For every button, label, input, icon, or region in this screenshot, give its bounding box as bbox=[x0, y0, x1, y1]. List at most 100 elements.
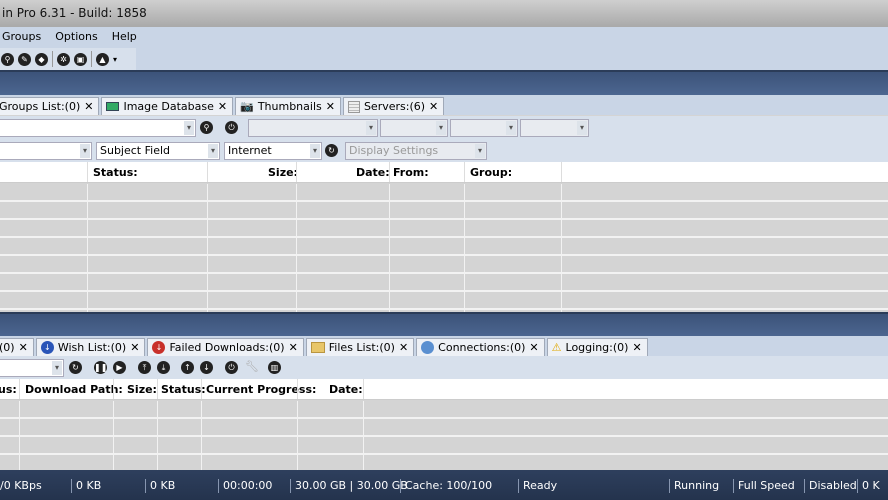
filter-combo-2[interactable] bbox=[380, 119, 448, 137]
tab-label: Files List:(0) bbox=[328, 341, 395, 354]
move-bottom-icon[interactable]: ⤓ bbox=[157, 361, 170, 374]
tab-label: Thumbnails bbox=[257, 100, 322, 113]
refresh-icon[interactable]: ↻ bbox=[325, 144, 338, 157]
wrench-icon[interactable]: ✎ bbox=[18, 52, 31, 66]
tab-connections[interactable]: Connections:(0) ✕ bbox=[416, 338, 545, 356]
column-divider bbox=[464, 184, 465, 312]
tab-thumbnails[interactable]: 📷 Thumbnails ✕ bbox=[235, 97, 341, 115]
panel-header-bottom bbox=[0, 312, 888, 337]
status-downloaded: 0 KB bbox=[71, 479, 101, 493]
close-icon[interactable]: ✕ bbox=[289, 341, 298, 354]
column-divider bbox=[87, 162, 88, 182]
overflow-icon[interactable]: ▾ bbox=[113, 55, 117, 64]
menu-help[interactable]: Help bbox=[112, 30, 137, 48]
power-icon[interactable]: ⏻ bbox=[225, 361, 238, 374]
panel-header-top bbox=[0, 70, 888, 95]
column-date[interactable]: Date: bbox=[356, 166, 390, 179]
toolbar-separator bbox=[52, 51, 53, 67]
move-up-icon[interactable]: ↑ bbox=[181, 361, 194, 374]
column-current-progress[interactable]: Current Progress: bbox=[206, 383, 316, 396]
pause-icon[interactable]: ❚❚ bbox=[94, 361, 107, 374]
column-download-path[interactable]: Download Path: bbox=[25, 383, 123, 396]
move-top-icon[interactable]: ⤒ bbox=[138, 361, 151, 374]
queue-combo[interactable] bbox=[0, 359, 64, 377]
queue-grid[interactable] bbox=[0, 401, 888, 470]
menu-groups[interactable]: Groups bbox=[2, 30, 41, 48]
status-speed: /0 KBps bbox=[0, 479, 42, 492]
close-icon[interactable]: ✕ bbox=[326, 100, 335, 113]
field-combo[interactable] bbox=[0, 142, 92, 160]
tab-image-database[interactable]: Image Database ✕ bbox=[101, 97, 234, 115]
column-group[interactable]: Group: bbox=[470, 166, 512, 179]
column-from[interactable]: From: bbox=[393, 166, 429, 179]
search-icon[interactable]: ⚲ bbox=[1, 52, 14, 66]
source-combo[interactable]: Internet bbox=[224, 142, 322, 160]
tab-queue[interactable]: (0) ✕ bbox=[0, 338, 34, 356]
status-speed-mode[interactable]: Full Speed bbox=[733, 479, 795, 493]
refresh-icon[interactable]: ↻ bbox=[69, 361, 82, 374]
tab-servers[interactable]: Servers:(6) ✕ bbox=[342, 97, 445, 115]
column-status[interactable]: Status: bbox=[161, 383, 206, 396]
warning-icon: ⚠ bbox=[551, 341, 562, 354]
column-divider bbox=[87, 184, 88, 312]
trash-icon[interactable]: ▥ bbox=[268, 361, 281, 374]
tab-wish-list[interactable]: ↓ Wish List:(0) ✕ bbox=[35, 338, 146, 356]
column-divider bbox=[113, 401, 114, 470]
box-icon[interactable]: ▣ bbox=[74, 52, 87, 66]
camera-icon: 📷 bbox=[240, 100, 254, 113]
menu-options[interactable]: Options bbox=[55, 30, 97, 48]
toolbar-separator bbox=[91, 51, 92, 67]
close-icon[interactable]: ✕ bbox=[632, 341, 641, 354]
column-divider bbox=[389, 162, 390, 182]
download-icon: ↓ bbox=[40, 341, 54, 354]
column-divider bbox=[363, 379, 364, 399]
column-status-short[interactable]: us: bbox=[0, 383, 17, 396]
queue-toolbar: ↻ ❚❚ ▶ ⤒ ⤓ ↑ ↓ ⏻ 🔧︎ ▥ bbox=[0, 356, 888, 379]
close-icon[interactable]: ✕ bbox=[529, 341, 538, 354]
move-down-icon[interactable]: ↓ bbox=[200, 361, 213, 374]
shield-icon[interactable]: ◆ bbox=[35, 52, 48, 66]
tab-files-list[interactable]: Files List:(0) ✕ bbox=[305, 338, 415, 356]
close-icon[interactable]: ✕ bbox=[130, 341, 139, 354]
wrench-icon[interactable]: 🔧︎ bbox=[245, 360, 259, 373]
status-running[interactable]: Running bbox=[669, 479, 719, 493]
play-icon[interactable]: ▶ bbox=[113, 361, 126, 374]
server-icon bbox=[347, 100, 360, 113]
status-disabled[interactable]: Disabled bbox=[804, 479, 857, 493]
close-icon[interactable]: ✕ bbox=[84, 100, 93, 113]
results-grid[interactable] bbox=[0, 184, 888, 312]
status-time: 00:00:00 bbox=[218, 479, 272, 493]
column-date[interactable]: Date: bbox=[329, 383, 363, 396]
top-tab-strip: Groups List:(0) ✕ Image Database ✕ 📷 Thumbn… bbox=[0, 95, 888, 115]
column-divider bbox=[19, 379, 20, 399]
close-icon[interactable]: ✕ bbox=[19, 341, 28, 354]
search-icon[interactable]: ⚲ bbox=[200, 121, 213, 134]
status-bar: /0 KBps 0 KB 0 KB 00:00:00 30.00 GB | 30… bbox=[0, 470, 888, 500]
filter-combo-3[interactable] bbox=[450, 119, 518, 137]
lock-icon[interactable]: ▲ bbox=[96, 52, 109, 66]
results-header: Status: Size: Date: From: Group: bbox=[0, 162, 888, 183]
gear-icon[interactable]: ✲ bbox=[57, 52, 70, 66]
close-icon[interactable]: ✕ bbox=[429, 100, 438, 113]
column-status[interactable]: Status: bbox=[93, 166, 138, 179]
tab-failed-downloads[interactable]: ↓ Failed Downloads:(0) ✕ bbox=[147, 338, 304, 356]
close-icon[interactable]: ✕ bbox=[399, 341, 408, 354]
close-icon[interactable]: ✕ bbox=[218, 100, 227, 113]
power-icon[interactable]: ⏻ bbox=[225, 121, 238, 134]
subject-combo[interactable]: Subject Field bbox=[96, 142, 220, 160]
filter-combo-1[interactable] bbox=[248, 119, 378, 137]
main-toolbar: ⚲ ✎ ◆ ✲ ▣ ▲ ▾ bbox=[0, 48, 888, 70]
column-size[interactable]: Size: bbox=[127, 383, 157, 396]
filter-combo-4[interactable] bbox=[520, 119, 589, 137]
display-settings-combo[interactable]: Display Settings bbox=[345, 142, 487, 160]
search-input[interactable] bbox=[0, 119, 196, 137]
status-cache: Cache: 100/100 bbox=[400, 479, 492, 493]
tab-logging[interactable]: ⚠ Logging:(0) ✕ bbox=[546, 338, 648, 356]
column-divider bbox=[113, 379, 114, 399]
column-divider bbox=[207, 184, 208, 312]
column-size[interactable]: Size: bbox=[268, 166, 298, 179]
filter-row: Subject Field Internet ↻ Display Setting… bbox=[0, 139, 888, 162]
column-divider bbox=[297, 379, 298, 399]
tab-groups-list[interactable]: Groups List:(0) ✕ bbox=[0, 97, 100, 115]
column-divider bbox=[561, 162, 562, 182]
